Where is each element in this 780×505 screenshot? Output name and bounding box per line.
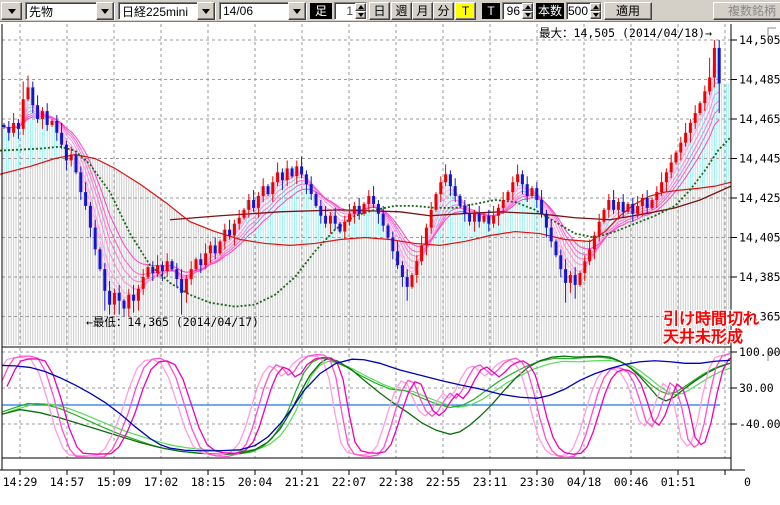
time-tick-label: 0 xyxy=(744,475,751,489)
symbol-select-value: 日経225mini xyxy=(119,3,197,20)
time-tick-label: 14:29 xyxy=(3,475,38,489)
bar-type-label: 足 xyxy=(310,3,332,19)
spin-up-icon[interactable] xyxy=(522,3,533,11)
period-minute-button[interactable]: 分 xyxy=(433,2,454,20)
spin-down-icon[interactable] xyxy=(522,11,533,19)
spin-up-icon[interactable] xyxy=(355,3,366,11)
oscillator-panel xyxy=(0,354,738,458)
market-select-value: 先物 xyxy=(26,3,96,20)
tick-count-spinner[interactable]: 96 xyxy=(502,2,534,20)
time-tick-label: 17:02 xyxy=(144,475,179,489)
price-tick-label: 14,385 xyxy=(739,270,780,284)
price-tick-label: 14,445 xyxy=(739,152,780,166)
spin-down-icon[interactable] xyxy=(355,11,366,19)
time-tick-label: 15:09 xyxy=(97,475,132,489)
chart-area[interactable]: 14,505 14,485 14,465 14,445 14,425 14,405 14,3… xyxy=(0,22,780,500)
spin-up-icon[interactable] xyxy=(590,3,601,11)
time-tick-label: 22:07 xyxy=(332,475,367,489)
annotations: 最大：14,505 (2014/04/18)→ ←最低：14,365 (2014/… xyxy=(86,26,759,346)
multi-symbol-button[interactable]: 複数銘柄 xyxy=(713,2,780,20)
chart-style-dropdown[interactable] xyxy=(1,2,22,20)
contract-month-value: 14/06 xyxy=(220,4,288,18)
symbol-select[interactable]: 日経225mini xyxy=(118,2,216,20)
time-tick-label: 18:15 xyxy=(191,475,226,489)
price-tick-label: 14,425 xyxy=(739,191,780,205)
alert-text-line2: 天井未形成 xyxy=(663,327,743,346)
oscillator-tick-label: 100.00 xyxy=(739,345,780,359)
price-tick-label: 14,485 xyxy=(739,73,780,87)
max-price-annotation: 最大：14,505 (2014/04/18)→ xyxy=(539,26,712,40)
time-tick-label: 21:21 xyxy=(285,475,320,489)
period-day-button[interactable]: 日 xyxy=(369,2,390,20)
interval-spinner[interactable]: 1 xyxy=(334,2,367,20)
apply-button[interactable]: 適用 xyxy=(604,2,652,20)
tick-label: T xyxy=(482,3,500,19)
alert-text-line1: 引け時間切れ xyxy=(663,309,759,328)
interval-value: 1 xyxy=(335,3,355,19)
chevron-down-icon[interactable] xyxy=(96,2,114,20)
spin-down-icon[interactable] xyxy=(590,11,601,19)
time-tick-label: 22:55 xyxy=(426,475,461,489)
price-tick-label: 14,505 xyxy=(739,33,780,47)
oscillator-tick-label: -40.00 xyxy=(739,417,780,431)
time-tick-label: 04/18 xyxy=(567,475,602,489)
bar-count-label: 本数 xyxy=(536,3,564,19)
time-tick-label: 00:46 xyxy=(614,475,649,489)
chevron-down-icon[interactable] xyxy=(197,2,215,20)
chevron-down-icon xyxy=(2,3,21,19)
time-tick-label: 22:38 xyxy=(379,475,414,489)
cloud-hatch-area xyxy=(4,48,729,345)
time-tick-label: 01:51 xyxy=(661,475,696,489)
toolbar: 先物 日経225mini 14/06 足 1 日 週 月 分 T T 96 本数… xyxy=(0,0,780,22)
period-week-button[interactable]: 週 xyxy=(391,2,412,20)
bar-count-spinner[interactable]: 500 xyxy=(566,2,602,20)
oscillator-tick-label: 30.00 xyxy=(739,381,774,395)
price-and-oscillator-chart[interactable]: 14,505 14,485 14,465 14,445 14,425 14,405 14,3… xyxy=(0,22,780,500)
chevron-down-icon[interactable] xyxy=(288,2,306,20)
price-tick-label: 14,465 xyxy=(739,112,780,126)
contract-month-select[interactable]: 14/06 xyxy=(219,2,307,20)
min-price-annotation: ←最低：14,365 (2014/04/17) xyxy=(86,315,259,329)
time-tick-label: 23:30 xyxy=(520,475,555,489)
tick-count-value: 96 xyxy=(503,3,522,19)
period-month-button[interactable]: 月 xyxy=(412,2,433,20)
market-select[interactable]: 先物 xyxy=(25,2,115,20)
time-tick-label: 14:57 xyxy=(50,475,85,489)
period-tick-button[interactable]: T xyxy=(455,2,476,20)
time-tick-label: 23:11 xyxy=(473,475,508,489)
price-tick-label: 14,405 xyxy=(739,231,780,245)
bar-count-value: 500 xyxy=(567,3,590,19)
time-tick-label: 20:04 xyxy=(238,475,273,489)
